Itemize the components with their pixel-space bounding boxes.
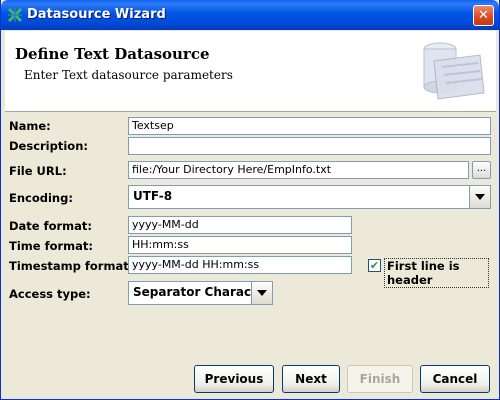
previous-button[interactable]: Previous	[194, 365, 274, 393]
app-icon	[7, 7, 23, 23]
wizard-header: Define Text Datasource Enter Text dataso…	[5, 31, 496, 112]
encoding-select[interactable]: UTF-8	[128, 185, 491, 209]
name-label: Name:	[9, 119, 51, 133]
finish-button[interactable]: Finish	[347, 365, 413, 393]
date-format-label: Date format:	[9, 219, 93, 233]
file-url-field[interactable]: file:/Your Directory Here/EmpInfo.txt	[128, 161, 469, 179]
access-type-label: Access type:	[9, 287, 91, 301]
access-type-select[interactable]: Separator Character	[128, 281, 273, 305]
datasource-folder-icon	[423, 42, 485, 100]
page-subtitle: Enter Text datasource parameters	[24, 68, 233, 82]
date-format-field[interactable]: yyyy-MM-dd	[128, 216, 352, 234]
access-type-dropdown-button[interactable]	[251, 282, 272, 304]
encoding-value: UTF-8	[133, 189, 173, 203]
encoding-dropdown-button[interactable]	[469, 186, 490, 208]
checkmark-icon[interactable]: ✔	[368, 259, 381, 272]
datasource-wizard-window: Datasource Wizard ✕ Define Text Datasour…	[0, 0, 500, 400]
title-bar[interactable]: Datasource Wizard ✕	[1, 0, 499, 30]
browse-button[interactable]: ...	[472, 161, 491, 179]
first-line-header-label: First line is header	[384, 258, 489, 288]
name-field[interactable]: Textsep	[128, 117, 491, 135]
encoding-label: Encoding:	[9, 191, 73, 205]
close-button[interactable]: ✕	[473, 5, 494, 26]
timestamp-format-field[interactable]: yyyy-MM-dd HH:mm:ss	[128, 256, 352, 274]
close-icon: ✕	[478, 8, 489, 23]
time-format-field[interactable]: HH:mm:ss	[128, 236, 352, 254]
description-label: Description:	[9, 139, 88, 153]
file-url-label: File URL:	[9, 164, 67, 178]
chevron-down-icon	[257, 290, 267, 296]
description-field[interactable]	[128, 137, 491, 155]
window-title: Datasource Wizard	[27, 7, 166, 22]
timestamp-format-label: Timestamp format:	[9, 259, 134, 273]
page-title: Define Text Datasource	[15, 45, 210, 63]
next-button[interactable]: Next	[282, 365, 340, 393]
time-format-label: Time format:	[9, 239, 93, 253]
first-line-header-checkbox[interactable]: ✔ First line is header	[364, 257, 489, 288]
chevron-down-icon	[475, 194, 485, 200]
cancel-button[interactable]: Cancel	[420, 365, 490, 393]
